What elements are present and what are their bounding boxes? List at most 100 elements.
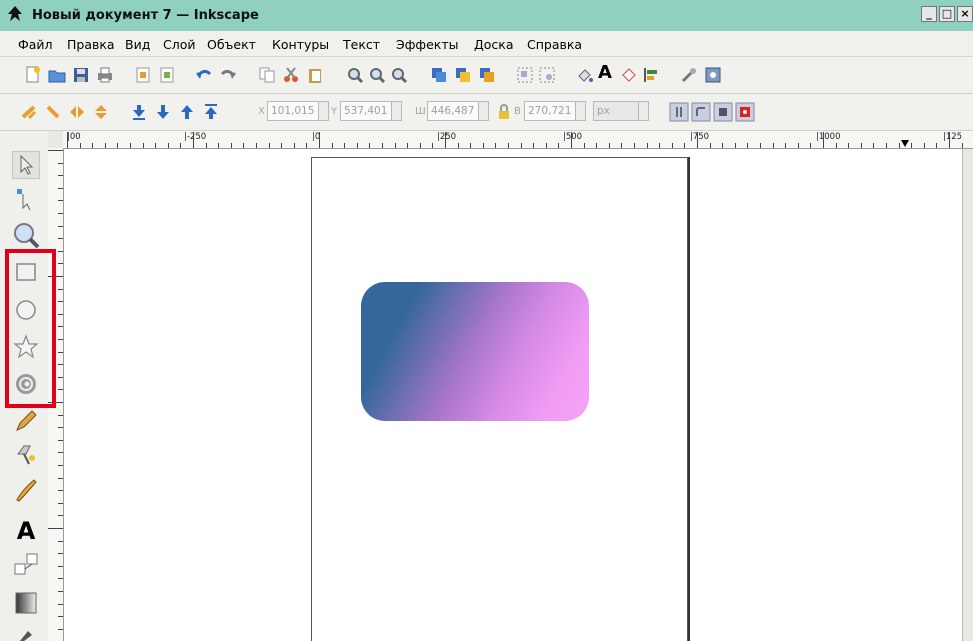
ruler-tick	[886, 143, 887, 148]
x-field[interactable]: 101,015	[267, 101, 329, 121]
close-button[interactable]: ×	[957, 6, 973, 22]
raise-to-top-icon[interactable]	[202, 103, 220, 121]
text-tool-icon[interactable]: A	[12, 517, 40, 545]
ruler-tick	[58, 616, 63, 618]
ruler-tick	[243, 143, 245, 148]
vertical-scrollbar[interactable]	[962, 149, 973, 641]
ruler-tick	[583, 143, 585, 148]
ruler-label: |-250	[184, 132, 207, 142]
calligraphy-tool-icon[interactable]	[12, 476, 40, 504]
zoom-tool-icon[interactable]	[12, 221, 40, 249]
move-gradients-icon[interactable]	[713, 102, 733, 122]
raise-icon[interactable]	[178, 103, 196, 121]
zoom-drawing-icon[interactable]	[368, 66, 386, 84]
lower-icon[interactable]	[154, 103, 172, 121]
gradient-tool-icon[interactable]	[12, 589, 40, 617]
node-tool-icon[interactable]	[12, 186, 40, 214]
ruler-tick	[419, 143, 421, 148]
open-folder-icon[interactable]	[48, 66, 66, 84]
scale-corners-icon[interactable]	[691, 102, 711, 122]
width-field[interactable]: 446,487	[427, 101, 489, 121]
dropper-tool-icon[interactable]	[12, 625, 40, 641]
rotate-ccw-icon[interactable]	[20, 103, 38, 121]
undo-icon[interactable]	[195, 66, 213, 84]
menu-text[interactable]: Текст	[343, 37, 380, 52]
scale-stroke-icon[interactable]	[669, 102, 689, 122]
x-spin-arrows[interactable]	[318, 101, 329, 121]
height-spin-arrows[interactable]	[575, 101, 586, 121]
menu-file[interactable]: Файл	[18, 37, 53, 52]
connector-tool-icon[interactable]	[12, 551, 40, 579]
paste-icon[interactable]	[306, 66, 324, 84]
clone-icon[interactable]	[454, 66, 472, 84]
xml-editor-icon[interactable]	[620, 66, 638, 84]
fill-stroke-icon[interactable]	[576, 66, 594, 84]
pencil-tool-icon[interactable]	[12, 406, 40, 434]
redo-icon[interactable]	[219, 66, 237, 84]
export-icon[interactable]	[158, 66, 176, 84]
menu-object[interactable]: Объект	[207, 37, 256, 52]
ruler-tick	[58, 288, 63, 290]
horizontal-ruler: |00 |-250 |0 |250 |500 |750 |1000 |125	[63, 131, 973, 149]
ruler-tick	[961, 143, 963, 148]
lower-to-bottom-icon[interactable]	[130, 103, 148, 121]
ruler-label: |250	[437, 132, 457, 142]
maximize-button[interactable]: □	[939, 6, 955, 22]
y-field[interactable]: 537,401	[340, 101, 402, 121]
gradient-rounded-rectangle[interactable]	[361, 282, 589, 421]
ruler-tick	[508, 143, 509, 148]
units-dropdown-arrow[interactable]	[638, 101, 649, 121]
ruler-tick	[470, 143, 472, 148]
save-icon[interactable]	[72, 66, 90, 84]
ruler-tick	[67, 132, 68, 148]
group-icon[interactable]	[516, 66, 534, 84]
inkscape-logo-icon	[8, 6, 22, 21]
menu-help[interactable]: Справка	[527, 37, 582, 52]
height-field[interactable]: 270,721	[524, 101, 586, 121]
ruler-tick	[58, 628, 63, 630]
text-font-icon[interactable]: A	[598, 64, 616, 82]
ruler-tick	[785, 143, 787, 148]
menu-layer[interactable]: Слой	[163, 37, 196, 52]
minimize-button[interactable]: _	[921, 6, 937, 22]
ruler-label: |750	[690, 132, 710, 142]
ruler-tick	[621, 143, 623, 148]
ruler-tick	[898, 143, 900, 148]
pen-tool-icon[interactable]	[12, 440, 40, 468]
rotate-cw-icon[interactable]	[44, 103, 62, 121]
align-icon[interactable]	[642, 66, 660, 84]
new-document-icon[interactable]	[24, 66, 42, 84]
menu-path[interactable]: Контуры	[272, 37, 329, 52]
zoom-page-icon[interactable]	[390, 66, 408, 84]
ruler-tick	[58, 591, 63, 592]
zoom-selection-icon[interactable]	[346, 66, 364, 84]
menu-view[interactable]: Вид	[125, 37, 150, 52]
lock-icon[interactable]	[497, 104, 511, 120]
ruler-tick	[760, 143, 761, 148]
y-spin-arrows[interactable]	[391, 101, 402, 121]
flip-vertical-icon[interactable]	[92, 103, 110, 121]
menu-effects[interactable]: Эффекты	[396, 37, 459, 52]
window-title: Новый документ 7 — Inkscape	[32, 8, 259, 23]
copy-icon[interactable]	[258, 66, 276, 84]
ruler-tick	[155, 143, 157, 148]
cut-icon[interactable]	[282, 66, 300, 84]
units-select[interactable]: px	[593, 101, 649, 121]
width-spin-arrows[interactable]	[478, 101, 489, 121]
x-label: X	[258, 106, 265, 117]
ruler-tick	[58, 414, 63, 416]
ruler-tick	[58, 301, 63, 303]
ungroup-icon[interactable]	[538, 66, 556, 84]
menu-whiteboard[interactable]: Доска	[474, 37, 514, 52]
ruler-tick	[58, 213, 63, 214]
document-properties-icon[interactable]	[704, 66, 722, 84]
flip-horizontal-icon[interactable]	[68, 103, 86, 121]
unlink-clone-icon[interactable]	[478, 66, 496, 84]
duplicate-icon[interactable]	[430, 66, 448, 84]
import-icon[interactable]	[134, 66, 152, 84]
print-icon[interactable]	[96, 66, 114, 84]
preferences-icon[interactable]	[680, 66, 698, 84]
menu-edit[interactable]: Правка	[67, 37, 115, 52]
move-patterns-icon[interactable]	[735, 102, 755, 122]
selector-tool-icon[interactable]	[12, 151, 40, 179]
